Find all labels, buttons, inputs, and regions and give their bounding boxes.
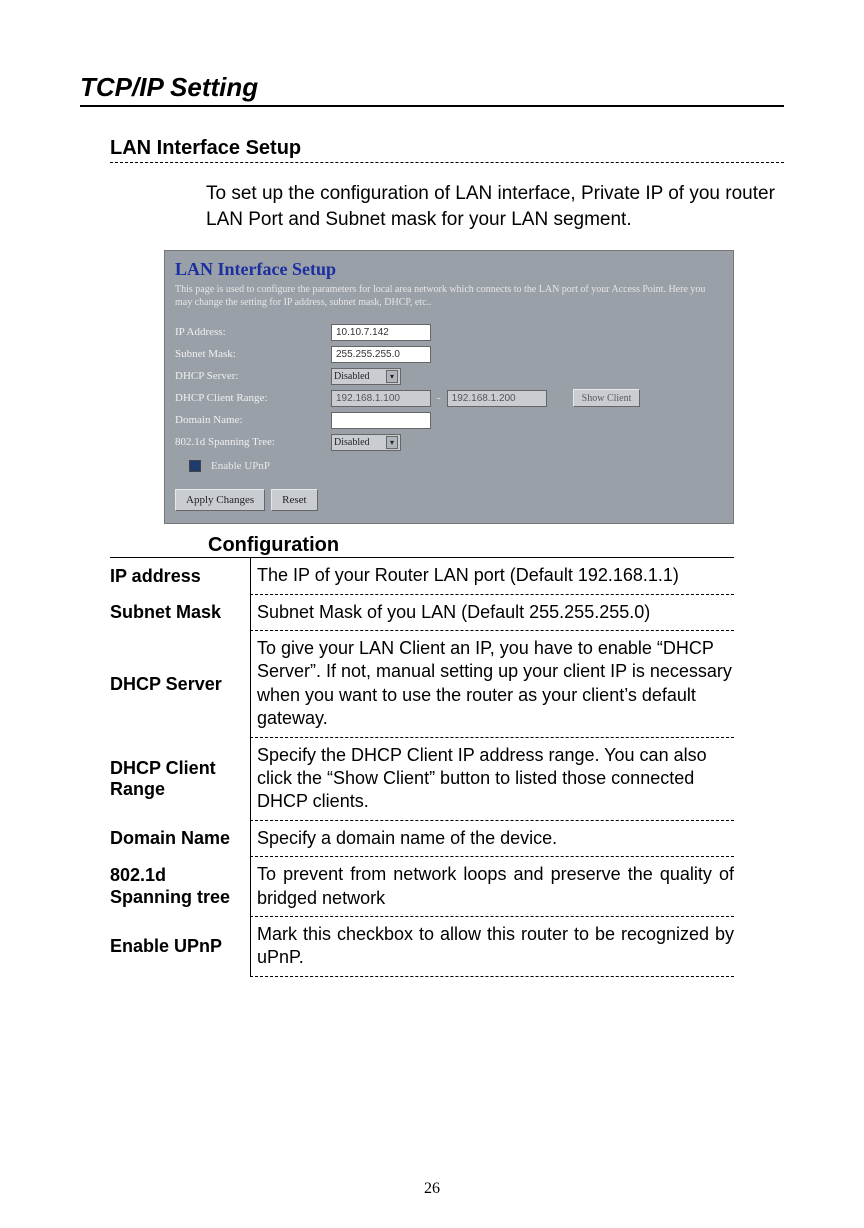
page-title: TCP/IP Setting: [80, 72, 784, 107]
config-value: Specify a domain name of the device.: [250, 821, 734, 857]
spanning-tree-value: Disabled: [334, 437, 370, 448]
label-spanning-tree: 802.1d Spanning Tree:: [175, 436, 325, 448]
panel-title: LAN Interface Setup: [175, 259, 723, 280]
label-enable-upnp: Enable UPnP: [211, 460, 270, 472]
dhcp-server-select[interactable]: Disabled ▾: [331, 368, 401, 385]
config-value: Specify the DHCP Client IP address range…: [250, 738, 734, 821]
config-value: Subnet Mask of you LAN (Default 255.255.…: [250, 595, 734, 631]
label-ip-address: IP Address:: [175, 326, 325, 338]
show-client-button[interactable]: Show Client: [573, 389, 641, 407]
configuration-table: IP addressThe IP of your Router LAN port…: [110, 557, 734, 976]
dhcp-server-value: Disabled: [334, 371, 370, 382]
dhcp-range-from-field[interactable]: [331, 390, 431, 407]
lan-setup-panel: LAN Interface Setup This page is used to…: [164, 250, 734, 524]
configuration-heading: Configuration: [208, 534, 784, 557]
subnet-mask-field[interactable]: [331, 346, 431, 363]
reset-button[interactable]: Reset: [271, 489, 317, 511]
dhcp-range-to-field[interactable]: [447, 390, 547, 407]
table-row: 802.1d Spanning treeTo prevent from netw…: [110, 857, 734, 917]
table-row: Domain NameSpecify a domain name of the …: [110, 821, 734, 857]
label-domain-name: Domain Name:: [175, 414, 325, 426]
label-dhcp-server: DHCP Server:: [175, 370, 325, 382]
config-label: Domain Name: [110, 821, 250, 857]
table-row: Enable UPnPMark this checkbox to allow t…: [110, 917, 734, 977]
config-value: The IP of your Router LAN port (Default …: [250, 558, 734, 594]
config-label: 802.1d Spanning tree: [110, 857, 250, 917]
config-label: Subnet Mask: [110, 595, 250, 631]
panel-description: This page is used to configure the param…: [175, 284, 723, 309]
page-number: 26: [0, 1180, 864, 1198]
spanning-tree-select[interactable]: Disabled ▾: [331, 434, 401, 451]
enable-upnp-checkbox[interactable]: [189, 460, 201, 472]
range-separator: -: [437, 392, 441, 404]
chevron-down-icon: ▾: [386, 436, 398, 449]
table-row: Subnet MaskSubnet Mask of you LAN (Defau…: [110, 595, 734, 631]
table-row: DHCP ServerTo give your LAN Client an IP…: [110, 631, 734, 738]
apply-changes-button[interactable]: Apply Changes: [175, 489, 265, 511]
label-subnet-mask: Subnet Mask:: [175, 348, 325, 360]
label-dhcp-range: DHCP Client Range:: [175, 392, 325, 404]
config-label: DHCP Server: [110, 631, 250, 738]
chevron-down-icon: ▾: [386, 370, 398, 383]
config-label: DHCP Client Range: [110, 738, 250, 821]
intro-text: To set up the configuration of LAN inter…: [206, 181, 784, 232]
ip-address-field[interactable]: [331, 324, 431, 341]
config-value: To give your LAN Client an IP, you have …: [250, 631, 734, 738]
config-value: To prevent from network loops and preser…: [250, 857, 734, 917]
table-row: DHCP Client RangeSpecify the DHCP Client…: [110, 738, 734, 821]
config-label: IP address: [110, 558, 250, 594]
section-heading-lan: LAN Interface Setup: [110, 137, 784, 163]
domain-name-field[interactable]: [331, 412, 431, 429]
config-value: Mark this checkbox to allow this router …: [250, 917, 734, 977]
table-row: IP addressThe IP of your Router LAN port…: [110, 558, 734, 594]
config-label: Enable UPnP: [110, 917, 250, 977]
